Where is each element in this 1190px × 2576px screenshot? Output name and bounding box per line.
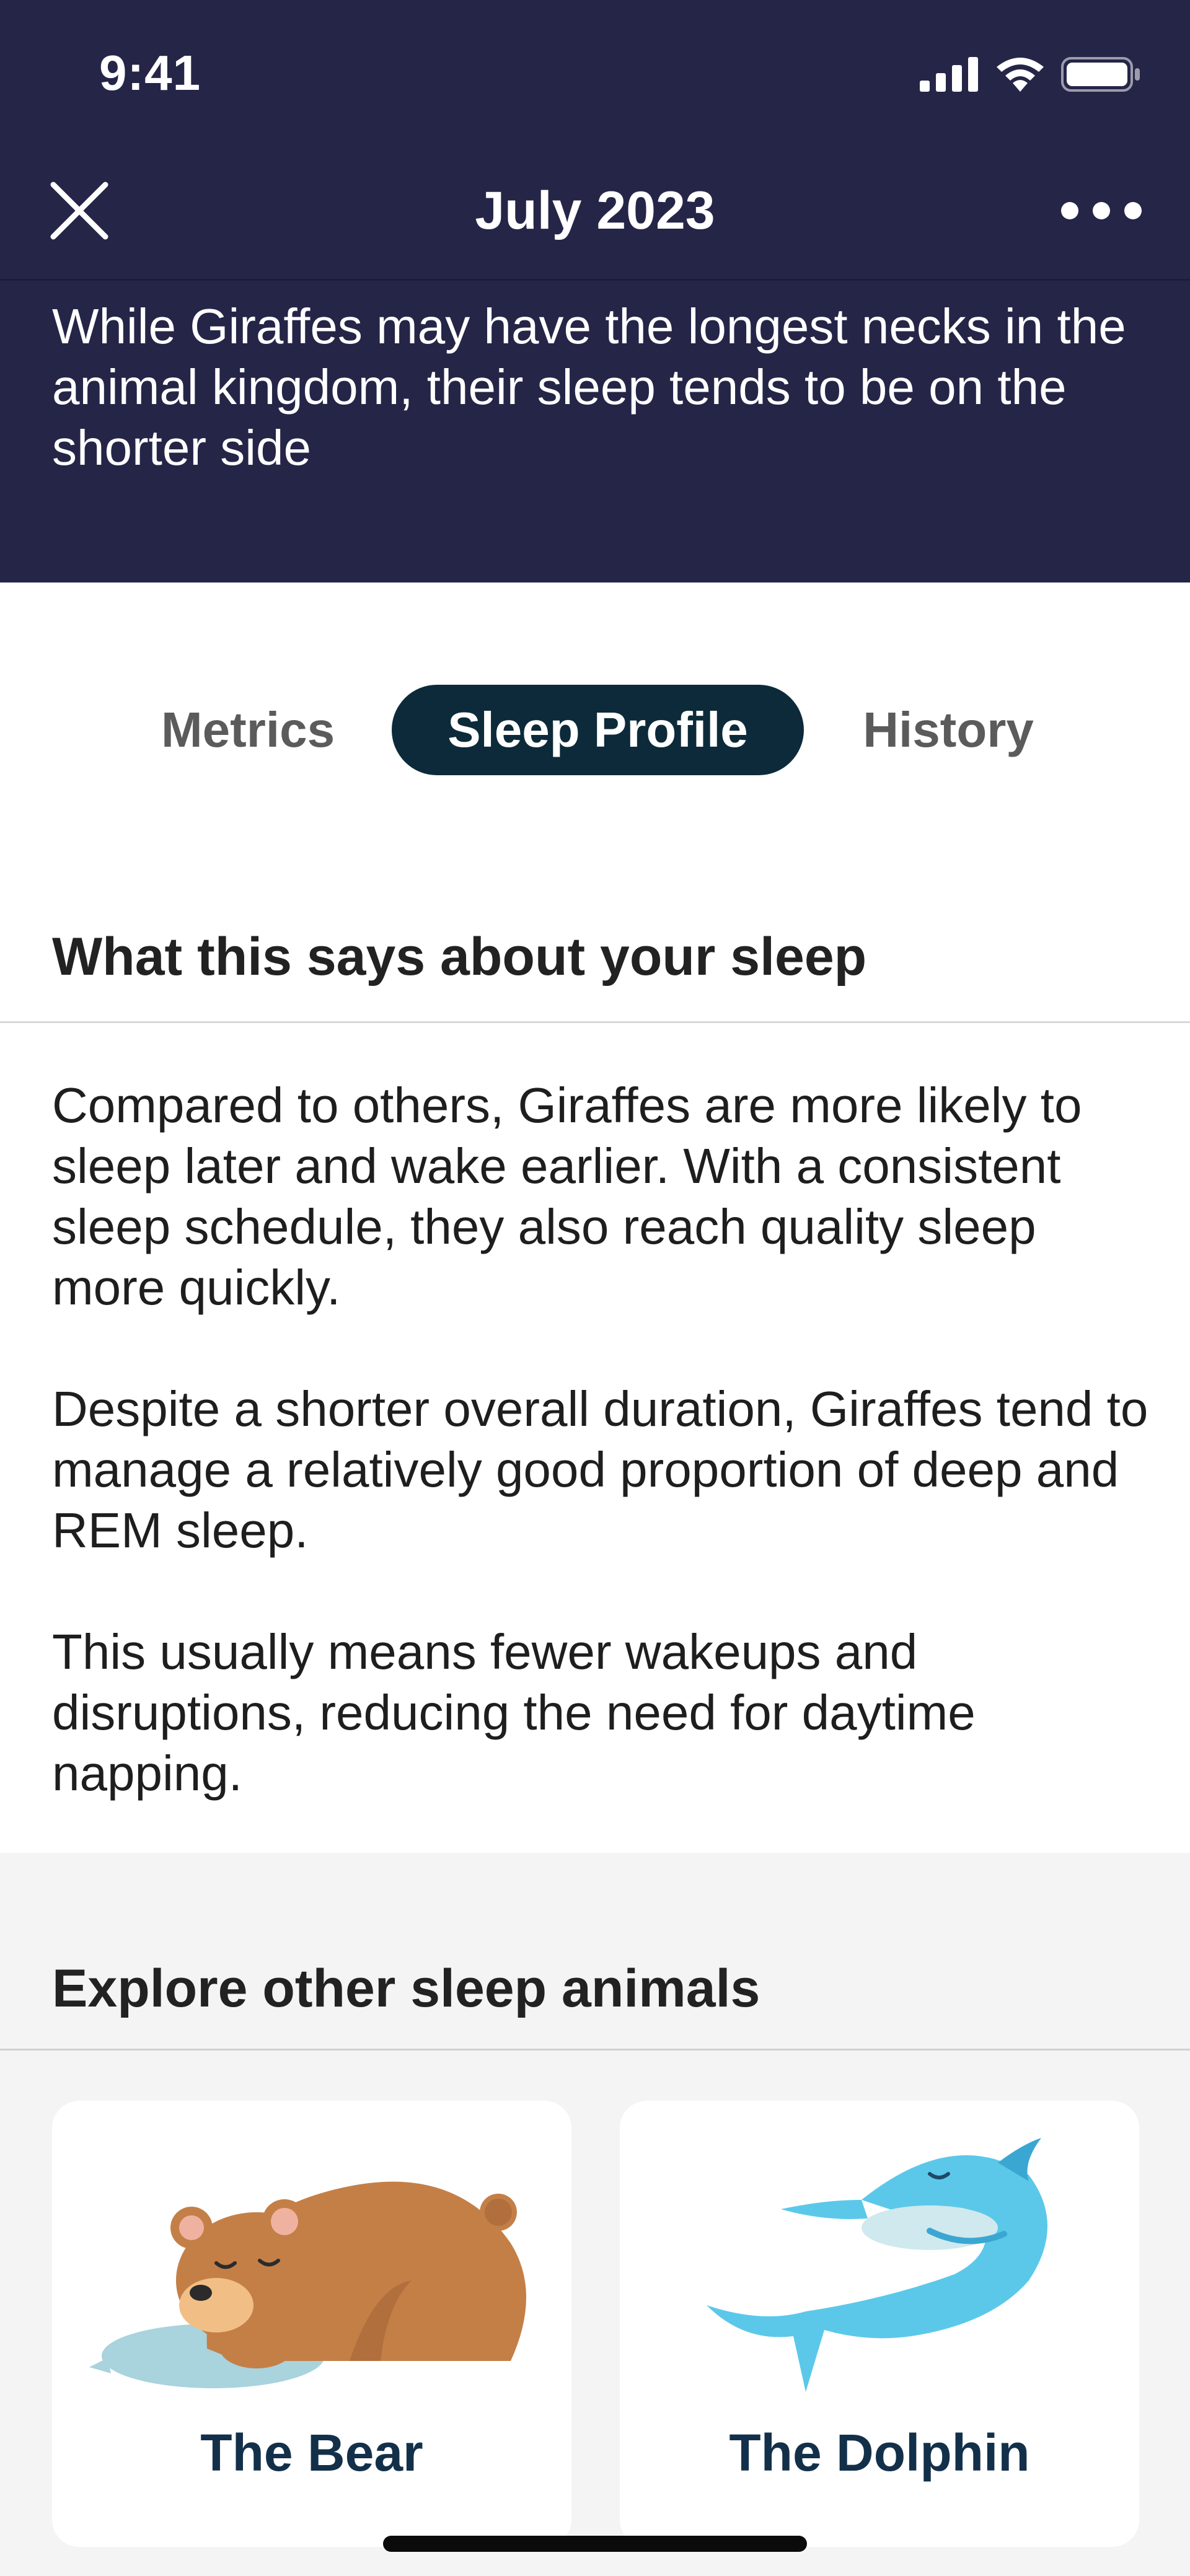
explore-section: Explore other sleep animals The Bear The… — [0, 1853, 1190, 2576]
tab-history[interactable]: History — [824, 685, 1072, 775]
paragraph-3: This usually means fewer wakeups and dis… — [52, 1624, 976, 1801]
section-divider — [0, 1021, 1190, 1023]
more-options-button[interactable] — [1061, 192, 1142, 229]
bear-illustration — [89, 2181, 526, 2388]
tab-metrics[interactable]: Metrics — [130, 685, 366, 775]
dolphin-illustration — [707, 2138, 1047, 2392]
paragraph-2: Despite a shorter overall duration, Gira… — [52, 1381, 1148, 1558]
more-icon-dot — [1124, 202, 1142, 219]
more-icon-dot — [1093, 202, 1110, 219]
more-icon — [1061, 202, 1078, 219]
paragraph-1: Compared to others, Giraffes are more li… — [52, 1078, 1082, 1315]
nav-bar: July 2023 — [0, 155, 1190, 279]
home-indicator[interactable] — [383, 2536, 807, 2552]
cellular-signal-icon — [920, 57, 978, 92]
animal-name-dolphin: The Dolphin — [729, 2424, 1030, 2482]
top-header: 9:41 July 2023 While Giraffes may have t… — [0, 0, 1190, 582]
wifi-icon — [997, 58, 1044, 92]
animal-name-bear: The Bear — [200, 2424, 423, 2482]
animal-card-bear[interactable]: The Bear — [52, 2101, 571, 2547]
segmented-tabs: Metrics Sleep Profile History — [0, 685, 1190, 778]
status-icons — [920, 55, 1142, 94]
header-description: While Giraffes may have the longest neck… — [52, 299, 1126, 475]
animal-card-dolphin[interactable]: The Dolphin — [620, 2101, 1139, 2547]
status-bar: 9:41 — [0, 0, 1190, 149]
section-heading-explore: Explore other sleep animals — [52, 1959, 760, 2018]
section-heading-sleep: What this says about your sleep — [52, 927, 867, 987]
status-time: 9:41 — [99, 45, 201, 100]
tab-sleep-profile[interactable]: Sleep Profile — [392, 685, 804, 775]
nav-divider — [0, 279, 1190, 281]
battery-icon — [1061, 57, 1140, 92]
explore-divider — [0, 2049, 1190, 2051]
page-title: July 2023 — [475, 181, 715, 240]
